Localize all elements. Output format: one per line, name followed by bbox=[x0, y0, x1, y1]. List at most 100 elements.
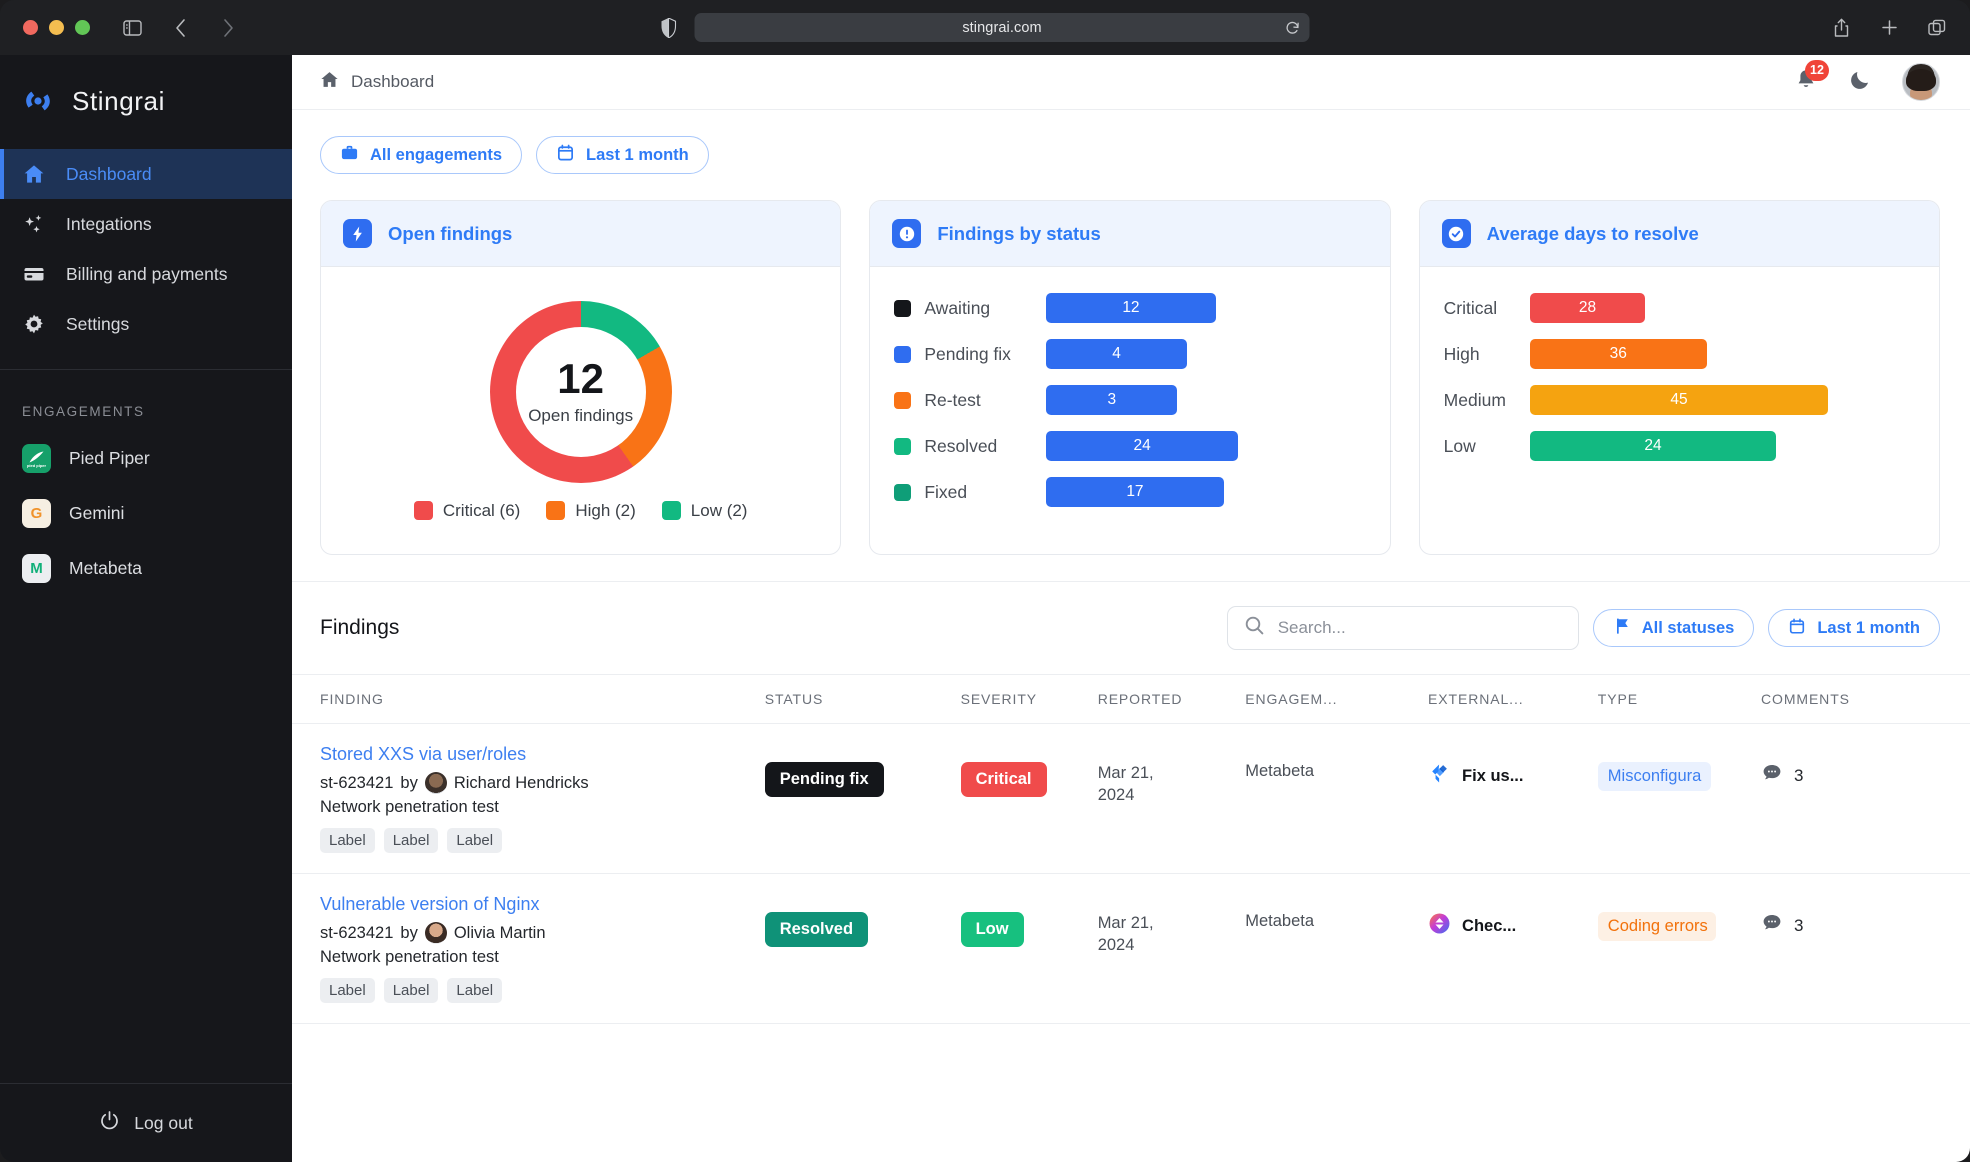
browser-toolbar: stingrai.com bbox=[0, 0, 1970, 55]
type-tag[interactable]: Misconfigura bbox=[1597, 762, 1712, 791]
url-input[interactable]: stingrai.com bbox=[694, 13, 1310, 42]
finding-subtitle: Network penetration test bbox=[320, 798, 499, 816]
sidebar-toggle-icon[interactable] bbox=[121, 17, 143, 39]
bar-track: 12 bbox=[1046, 293, 1365, 323]
external-link[interactable]: Chec... bbox=[1428, 912, 1598, 940]
table-row[interactable]: Vulnerable version of Nginx st-623421 by… bbox=[292, 873, 1970, 1024]
sidebar-item-pied-piper[interactable]: pied piper Pied Piper bbox=[0, 431, 292, 486]
sidebar: Stingrai Dashboard Integations Billing a… bbox=[0, 55, 292, 1162]
bar-label-group: Re-test bbox=[894, 390, 1046, 411]
breadcrumb-label: Dashboard bbox=[351, 72, 435, 91]
avatar[interactable] bbox=[1902, 63, 1940, 101]
engagement-label: Gemini bbox=[69, 503, 125, 523]
comments-group[interactable]: 3 bbox=[1761, 912, 1970, 939]
engagement-cell: Metabeta bbox=[1245, 873, 1429, 1024]
new-tab-icon[interactable] bbox=[1878, 17, 1900, 39]
author-name: Olivia Martin bbox=[453, 923, 546, 942]
window-traffic-lights[interactable] bbox=[23, 20, 90, 35]
all-statuses-filter-button[interactable]: All statuses bbox=[1592, 609, 1755, 647]
status-swatch bbox=[894, 299, 912, 317]
reload-icon[interactable] bbox=[1286, 21, 1300, 35]
type-cell: Coding errors bbox=[1597, 873, 1762, 1024]
bar-value: 17 bbox=[1046, 477, 1224, 507]
status-swatch bbox=[894, 345, 912, 363]
legend-label: Low (2) bbox=[690, 500, 748, 520]
sidebar-item-gemini[interactable]: G Gemini bbox=[0, 486, 292, 541]
findings-section: Findings All statuses bbox=[292, 581, 1970, 1024]
engagement-name: Metabeta bbox=[1245, 762, 1315, 780]
type-tag[interactable]: Coding errors bbox=[1597, 912, 1716, 941]
maximize-window-button[interactable] bbox=[75, 20, 90, 35]
brand[interactable]: Stingrai bbox=[0, 55, 292, 149]
reported-cell: Mar 21, 2024 bbox=[1097, 723, 1246, 874]
sidebar-nav: Dashboard Integations Billing and paymen… bbox=[0, 149, 292, 363]
external-label: Chec... bbox=[1462, 916, 1517, 935]
column-header-status[interactable]: STATUS bbox=[764, 674, 961, 724]
findings-toolbar: All statuses Last 1 month bbox=[1226, 606, 1940, 650]
donut-legend: Critical (6) High (2) Low (2) bbox=[413, 500, 748, 521]
search-box[interactable] bbox=[1226, 606, 1579, 650]
column-header-severity[interactable]: SEVERITY bbox=[960, 674, 1098, 724]
logout-button[interactable]: Log out bbox=[0, 1084, 292, 1162]
finding-label[interactable]: Label bbox=[320, 978, 375, 1003]
briefcase-icon bbox=[340, 143, 359, 167]
findings-table: FINDING STATUS SEVERITY REPORTED ENGAGEM… bbox=[292, 674, 1970, 1024]
finding-label[interactable]: Label bbox=[447, 828, 503, 853]
finding-title-link[interactable]: Vulnerable version of Nginx bbox=[320, 894, 765, 915]
finding-label[interactable]: Label bbox=[320, 828, 375, 853]
minimize-window-button[interactable] bbox=[49, 20, 64, 35]
back-icon[interactable] bbox=[169, 17, 191, 39]
finding-label[interactable]: Label bbox=[447, 978, 503, 1003]
breadcrumb[interactable]: Dashboard bbox=[320, 70, 434, 94]
sidebar-item-settings[interactable]: Settings bbox=[0, 299, 292, 349]
date-range-filter-button[interactable]: Last 1 month bbox=[536, 136, 709, 174]
bar-label-group: Fixed bbox=[894, 482, 1046, 503]
close-window-button[interactable] bbox=[23, 20, 38, 35]
sidebar-item-dashboard[interactable]: Dashboard bbox=[0, 149, 292, 199]
finding-label[interactable]: Label bbox=[383, 978, 439, 1003]
bar-track: 28 bbox=[1529, 293, 1915, 323]
sidebar-item-label: Billing and payments bbox=[66, 263, 228, 284]
sidebar-item-billing-and-payments[interactable]: Billing and payments bbox=[0, 249, 292, 299]
finding-title-link[interactable]: Stored XXS via user/roles bbox=[320, 744, 765, 765]
column-header-external[interactable]: EXTERNAL... bbox=[1428, 674, 1598, 724]
alert-icon bbox=[892, 219, 922, 248]
external-link[interactable]: Fix us... bbox=[1428, 762, 1598, 790]
column-header-reported[interactable]: REPORTED bbox=[1097, 674, 1246, 724]
column-header-comments[interactable]: COMMENTS bbox=[1761, 674, 1970, 724]
comments-group[interactable]: 3 bbox=[1761, 762, 1970, 789]
legend-item-critical: Critical (6) bbox=[413, 500, 521, 521]
sidebar-item-integations[interactable]: Integations bbox=[0, 199, 292, 249]
column-header-finding[interactable]: FINDING bbox=[292, 674, 765, 724]
external-label: Fix us... bbox=[1462, 766, 1524, 785]
finding-cell: Vulnerable version of Nginx st-623421 by… bbox=[292, 873, 765, 1024]
table-row[interactable]: Stored XXS via user/roles st-623421 by R… bbox=[292, 723, 1970, 874]
search-icon bbox=[1244, 615, 1265, 641]
bar-label: Fixed bbox=[924, 481, 968, 502]
search-input[interactable] bbox=[1277, 618, 1562, 638]
engagement-label: Metabeta bbox=[69, 558, 142, 578]
all-engagements-filter-button[interactable]: All engagements bbox=[320, 136, 523, 174]
bar-value: 45 bbox=[1529, 385, 1829, 415]
sidebar-item-metabeta[interactable]: M Metabeta bbox=[0, 541, 292, 596]
findings-date-filter-button[interactable]: Last 1 month bbox=[1768, 609, 1940, 647]
table-header-row: FINDING STATUS SEVERITY REPORTED ENGAGEM… bbox=[292, 674, 1970, 724]
moon-icon[interactable] bbox=[1848, 68, 1872, 97]
reported-date: Mar 21, 2024 bbox=[1097, 764, 1154, 805]
column-header-type[interactable]: TYPE bbox=[1597, 674, 1762, 724]
finding-by-label: by bbox=[400, 923, 418, 942]
chip-label: Last 1 month bbox=[586, 145, 689, 164]
finding-label[interactable]: Label bbox=[383, 828, 439, 853]
notifications-button[interactable]: 12 bbox=[1794, 59, 1829, 97]
bar-value: 36 bbox=[1529, 339, 1707, 369]
legend-label: Critical (6) bbox=[442, 500, 521, 520]
bar-label: Resolved bbox=[924, 435, 998, 456]
logout-label: Log out bbox=[134, 1112, 193, 1133]
forward-icon[interactable] bbox=[217, 17, 239, 39]
bar-value: 24 bbox=[1046, 431, 1238, 461]
column-header-engagement[interactable]: ENGAGEM... bbox=[1245, 674, 1429, 724]
share-icon[interactable] bbox=[1830, 17, 1852, 39]
bar-row: Resolved 24 bbox=[894, 431, 1365, 461]
tabs-icon[interactable] bbox=[1926, 17, 1948, 39]
legend-swatch bbox=[661, 501, 681, 520]
